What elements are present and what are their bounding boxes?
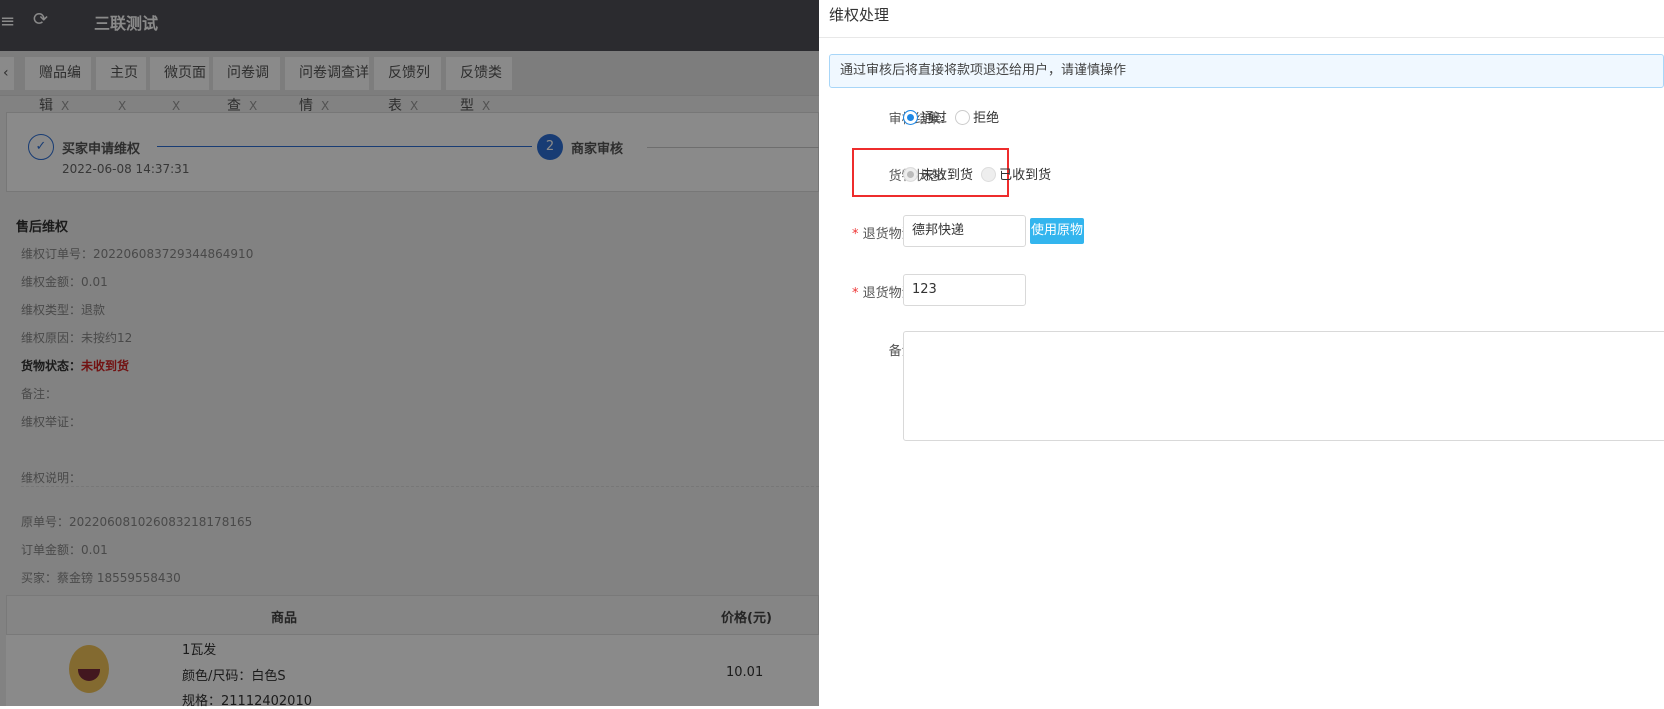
- goods-radio-group: 未收到货 已收到货: [903, 164, 1051, 183]
- radio-label[interactable]: 通过: [921, 111, 947, 126]
- use-original-logistics-button[interactable]: 使用原物流: [1030, 218, 1084, 264]
- warning-alert: 通过审核后将直接将款项退还给用户，请谨慎操作: [829, 54, 1664, 88]
- company-input[interactable]: 德邦快递: [903, 215, 1026, 247]
- review-radio-group: 通过 拒绝: [903, 107, 999, 126]
- modal-overlay[interactable]: [0, 0, 819, 706]
- radio-label[interactable]: 已收到货: [999, 168, 1051, 183]
- radio-not-received[interactable]: [903, 167, 918, 182]
- required-mark: *: [851, 286, 859, 301]
- radio-label[interactable]: 未收到货: [921, 168, 973, 183]
- radio-pass[interactable]: [903, 110, 918, 125]
- required-mark: *: [851, 227, 859, 242]
- refund-drawer: 维权处理 通过审核后将直接将款项退还给用户，请谨慎操作 审核结果: 通过 拒绝 …: [819, 0, 1664, 706]
- radio-received[interactable]: [981, 167, 997, 182]
- radio-reject[interactable]: [955, 110, 971, 125]
- remark-textarea[interactable]: [903, 331, 1664, 441]
- tracking-input[interactable]: 123: [903, 274, 1026, 306]
- divider: [819, 37, 1664, 38]
- drawer-title: 维权处理: [829, 6, 890, 24]
- radio-label[interactable]: 拒绝: [973, 111, 999, 126]
